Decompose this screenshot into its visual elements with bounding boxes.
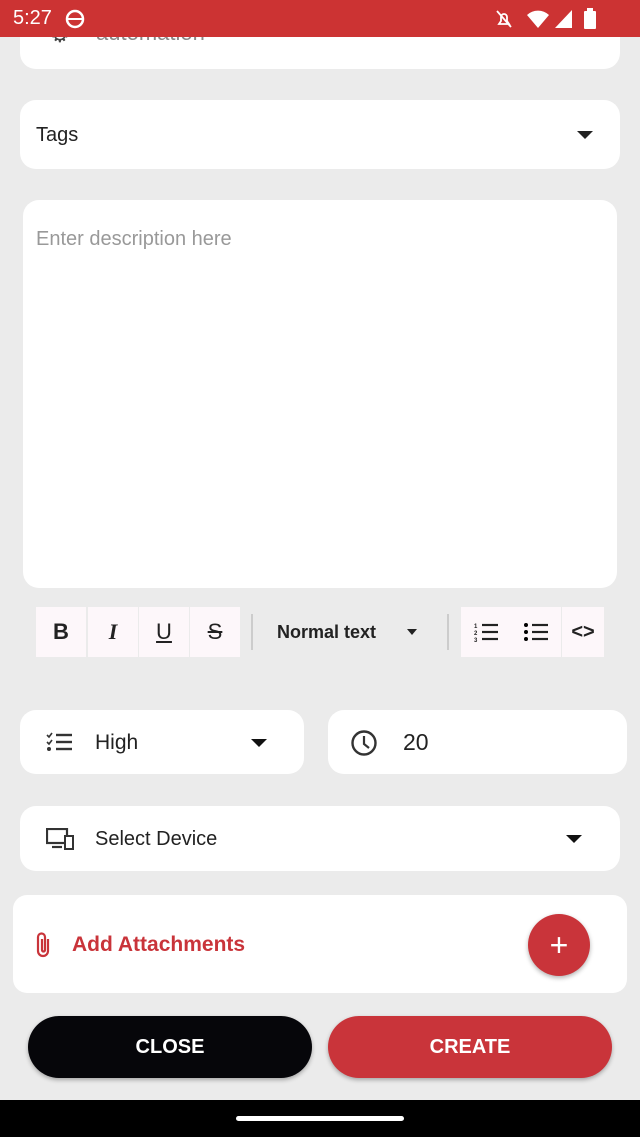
- italic-button[interactable]: I: [88, 607, 138, 657]
- text-style-dropdown[interactable]: Normal text: [277, 622, 376, 643]
- status-bar: 5:27: [0, 0, 640, 37]
- tags-label: Tags: [36, 124, 79, 146]
- chevron-down-icon: [577, 131, 593, 139]
- signal-icon: [555, 10, 572, 28]
- bullet-list-button[interactable]: [511, 607, 561, 657]
- paperclip-icon: [36, 932, 50, 958]
- ordered-list-icon: 123: [474, 623, 498, 642]
- attachments-card: Add Attachments +: [13, 895, 627, 993]
- time-value[interactable]: 20: [403, 729, 429, 756]
- devices-icon: [46, 828, 74, 850]
- status-time: 5:27: [13, 7, 52, 29]
- android-debug-icon: [65, 9, 85, 29]
- priority-value: High: [95, 731, 139, 754]
- chevron-down-icon: [407, 629, 417, 635]
- create-button[interactable]: CREATE: [328, 1016, 612, 1078]
- description-editor[interactable]: Enter description here: [23, 200, 617, 588]
- wifi-icon: [527, 10, 549, 28]
- chevron-down-icon: [251, 739, 267, 747]
- ordered-list-button[interactable]: 123: [461, 607, 511, 657]
- svg-text:3: 3: [474, 638, 478, 642]
- device-value: Select Device: [95, 828, 218, 850]
- code-button[interactable]: <>: [562, 607, 604, 657]
- device-dropdown[interactable]: Select Device: [20, 806, 620, 871]
- svg-text:1: 1: [474, 624, 478, 630]
- svg-text:2: 2: [474, 631, 478, 637]
- battery-icon: [584, 8, 596, 29]
- strikethrough-button[interactable]: S: [190, 607, 240, 657]
- underline-button[interactable]: U: [139, 607, 189, 657]
- clock-icon: [351, 730, 377, 756]
- close-button[interactable]: CLOSE: [28, 1016, 312, 1078]
- bold-button[interactable]: B: [36, 607, 86, 657]
- bullet-list-icon: [524, 623, 548, 641]
- toolbar-divider: [251, 614, 253, 650]
- description-placeholder: Enter description here: [36, 228, 232, 250]
- checklist-icon: [46, 732, 72, 751]
- add-attachments-label: Add Attachments: [72, 933, 246, 956]
- navigation-bar: [0, 1100, 640, 1137]
- time-field[interactable]: 20: [328, 710, 627, 774]
- tags-dropdown[interactable]: Tags: [20, 100, 620, 169]
- toolbar-divider: [447, 614, 449, 650]
- chevron-down-icon: [566, 835, 582, 843]
- add-attachment-button[interactable]: +: [528, 914, 590, 976]
- priority-dropdown[interactable]: High: [20, 710, 304, 774]
- home-handle[interactable]: [236, 1116, 404, 1121]
- notifications-off-icon: [496, 10, 512, 28]
